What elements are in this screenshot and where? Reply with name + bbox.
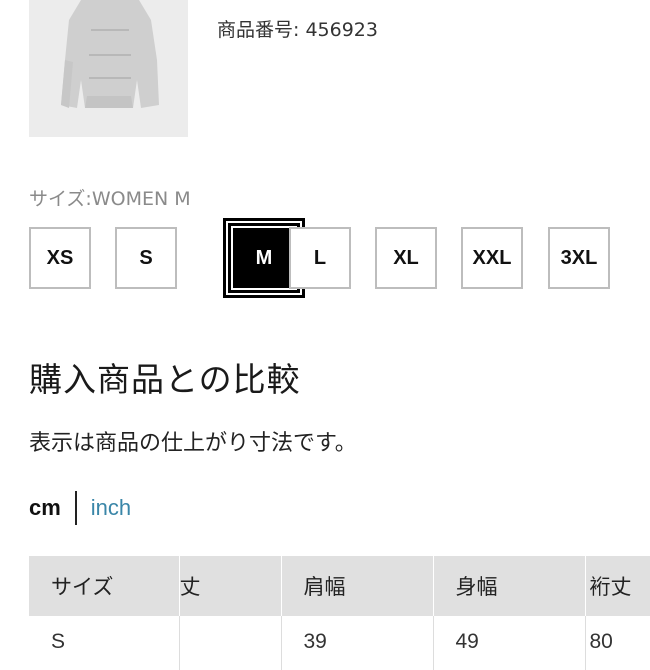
table-cell-size: S <box>29 616 180 670</box>
table-row: S 39 49 80 <box>29 616 650 670</box>
column-header-chest: 身幅 <box>433 556 586 616</box>
comparison-title: 購入商品との比較 <box>29 360 301 399</box>
table-cell-sleeve: 80 <box>585 616 650 670</box>
size-option-xs[interactable]: XS <box>29 227 91 289</box>
unit-divider <box>74 491 77 525</box>
table-header-row: サイズ 丈 肩幅 身幅 裄丈 <box>29 556 650 616</box>
column-header-shoulder: 肩幅 <box>281 556 434 616</box>
unit-toggle: cm inch <box>29 491 131 525</box>
size-selector: XS S M L XL XXL 3XL <box>29 218 629 298</box>
size-option-xxl[interactable]: XXL <box>461 227 523 289</box>
unit-cm-option[interactable]: cm <box>29 495 61 521</box>
column-header-size: サイズ <box>29 556 180 616</box>
dimension-note: 表示は商品の仕上がり寸法です。 <box>29 431 357 456</box>
column-header-length: 丈 <box>179 556 282 616</box>
size-option-s[interactable]: S <box>115 227 177 289</box>
size-option-l[interactable]: L <box>289 227 351 289</box>
column-header-sleeve: 裄丈 <box>585 556 650 616</box>
product-number: 商品番号: 456923 <box>217 19 378 41</box>
table-cell-shoulder: 39 <box>281 616 434 670</box>
size-caption: サイズ:WOMEN M <box>29 188 191 210</box>
product-image <box>29 0 188 137</box>
unit-inch-link[interactable]: inch <box>91 495 131 521</box>
table-cell-chest: 49 <box>433 616 586 670</box>
size-table: サイズ 丈 肩幅 身幅 裄丈 S 39 49 80 <box>29 556 650 670</box>
size-option-xl[interactable]: XL <box>375 227 437 289</box>
size-option-3xl[interactable]: 3XL <box>548 227 610 289</box>
table-cell-length <box>179 616 282 670</box>
